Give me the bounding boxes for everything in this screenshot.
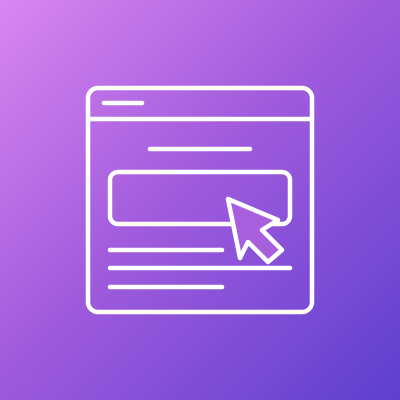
icon-background bbox=[0, 0, 400, 400]
cursor-arrow-icon bbox=[225, 196, 285, 265]
web-click-icon bbox=[85, 85, 315, 315]
browser-window-frame bbox=[85, 85, 315, 315]
